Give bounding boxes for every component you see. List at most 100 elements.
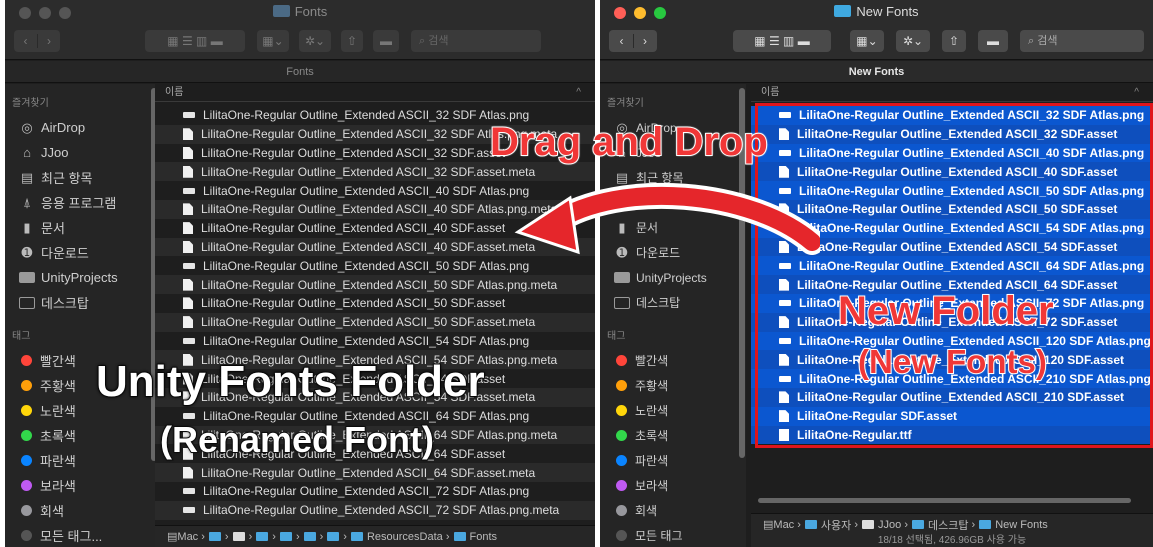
document-file-icon [183, 316, 193, 329]
file-row[interactable]: LilitaOne-Regular Outline_Extended ASCII… [155, 294, 595, 313]
yellow-dot-icon [21, 405, 32, 416]
breadcrumb-desktop[interactable]: 데스크탑 [928, 517, 968, 533]
file-row[interactable]: LilitaOne-Regular Outline_Extended ASCII… [155, 312, 595, 332]
file-name: LilitaOne-Regular Outline_Extended ASCII… [201, 315, 536, 330]
tag-all[interactable]: 모든 태그... [5, 523, 155, 547]
image-file-icon [183, 488, 195, 495]
airdrop-icon: ◎ [21, 119, 33, 135]
horizontal-scrollbar[interactable] [758, 498, 1131, 503]
sidebar-item-downloads[interactable]: ➊ 다운로드 [5, 240, 155, 265]
breadcrumb-new-fonts[interactable]: New Fonts [995, 519, 1048, 531]
chevron-icon: › [343, 530, 347, 543]
share-icon[interactable]: ⇧ [341, 30, 363, 52]
back-icon[interactable]: ‹ [14, 34, 37, 48]
desktop-icon [614, 296, 630, 309]
tag-purple[interactable]: 보라색 [600, 473, 746, 498]
column-header-name[interactable]: 이름 ^ [751, 84, 1153, 102]
search-field[interactable]: ⌕ 검색 [1020, 30, 1144, 52]
gray-dot-icon [21, 505, 32, 516]
file-row[interactable]: LilitaOne-Regular Outline_Extended ASCII… [155, 482, 595, 501]
orange-dot-icon [616, 380, 627, 391]
sidebar-item-desktop[interactable]: 데스크탑 [5, 290, 155, 315]
document-file-icon [183, 146, 193, 159]
annotation-unity-fonts-folder: Unity Fonts Folder [95, 357, 486, 406]
file-name: LilitaOne-Regular Outline_Extended ASCII… [201, 296, 506, 311]
file-row[interactable]: LilitaOne-Regular Outline_Extended ASCII… [155, 162, 595, 182]
path-header: Fonts [5, 61, 595, 83]
back-icon[interactable]: ‹ [610, 34, 633, 48]
breadcrumb-mac[interactable]: Mac [773, 519, 794, 531]
view-mode-segmented[interactable]: ▦ ☰ ▥ ▬ [733, 30, 831, 52]
breadcrumb-resourcesdata[interactable]: ResourcesData [367, 531, 443, 543]
breadcrumb-fonts[interactable]: Fonts [470, 531, 498, 543]
sidebar-item-applications[interactable]: ⍋ 응용 프로그램 [5, 190, 155, 215]
tags-header: 태그 [607, 331, 626, 342]
sort-caret-icon: ^ [1134, 87, 1139, 98]
search-field[interactable]: ⌕ 검색 [411, 30, 541, 52]
folder-icon [208, 532, 221, 541]
tag-button[interactable]: ▬ [978, 30, 1008, 52]
annotation-drag-drop: Drag and Drop [489, 120, 769, 164]
folder-icon [912, 520, 925, 529]
search-icon: ⌕ [1028, 35, 1038, 47]
favorites-header: 즐겨찾기 [12, 98, 49, 109]
file-name: LilitaOne-Regular Outline_Extended ASCII… [201, 465, 536, 480]
breadcrumb-mac[interactable]: Mac [177, 531, 198, 543]
folder-icon [303, 532, 316, 541]
document-file-icon [183, 165, 193, 178]
document-icon: ▮ [23, 219, 31, 235]
tag-blue[interactable]: 파란색 [600, 448, 746, 473]
folder-icon [279, 532, 292, 541]
tag-purple[interactable]: 보라색 [5, 473, 155, 498]
file-name: LilitaOne-Regular Outline_Extended ASCII… [201, 145, 506, 160]
group-button[interactable]: ▦⌄ [257, 30, 289, 52]
titlebar[interactable]: New Fonts ‹ › ▦ ☰ ▥ ▬ ▦⌄ ✲⌄ ⇧ ▬ ⌕ 검색 [600, 0, 1153, 60]
tag-orange[interactable]: 주황색 [600, 373, 746, 398]
path-bar: ▤ Mac › 사용자 › JJoo › 데스크탑 › New Fonts [751, 513, 1153, 535]
document-file-icon [183, 297, 193, 310]
tag-button[interactable]: ▬ [373, 30, 399, 52]
sidebar-item-desktop[interactable]: 데스크탑 [600, 290, 746, 315]
forward-icon[interactable]: › [633, 34, 656, 48]
sidebar-item-unityprojects[interactable]: UnityProjects [5, 265, 155, 290]
file-name: LilitaOne-Regular Outline_Extended ASCII… [201, 239, 536, 254]
breadcrumb-users[interactable]: 사용자 [821, 517, 851, 533]
back-forward-buttons[interactable]: ‹ › [14, 30, 60, 52]
folder-icon [453, 532, 466, 541]
sidebar-item-airdrop[interactable]: ◎ AirDrop [5, 115, 155, 140]
column-header-name[interactable]: 이름 ^ [155, 84, 595, 102]
tag-green[interactable]: 초록색 [600, 423, 746, 448]
share-icon[interactable]: ⇧ [942, 30, 966, 52]
tag-gray[interactable]: 회색 [5, 498, 155, 523]
tag-gray[interactable]: 회색 [600, 498, 746, 523]
file-row[interactable]: LilitaOne-Regular Outline_Extended ASCII… [155, 332, 595, 351]
tag-yellow[interactable]: 노란색 [600, 398, 746, 423]
action-gear-icon[interactable]: ✲⌄ [896, 30, 930, 52]
action-gear-icon[interactable]: ✲⌄ [299, 30, 331, 52]
breadcrumb-home[interactable]: JJoo [878, 519, 901, 531]
chevron-icon: › [442, 530, 450, 543]
folder-icon [979, 520, 992, 529]
tag-all[interactable]: 모든 태그 [600, 523, 746, 547]
clock-icon: ▤ [20, 169, 34, 185]
forward-icon[interactable]: › [37, 34, 60, 48]
back-forward-buttons[interactable]: ‹ › [609, 30, 657, 52]
file-name: LilitaOne-Regular Outline_Extended ASCII… [203, 183, 530, 198]
green-dot-icon [21, 430, 32, 441]
yellow-dot-icon [616, 405, 627, 416]
path-header: New Fonts [600, 61, 1153, 83]
titlebar[interactable]: Fonts ‹ › ▦ ☰ ▥ ▬ ▦⌄ ✲⌄ ⇧ ▬ ⌕ 검색 [5, 0, 595, 60]
sidebar-item-recents[interactable]: ▤ 최근 항목 [5, 165, 155, 190]
chevron-icon: › [272, 530, 276, 543]
sort-caret-icon: ^ [576, 87, 581, 98]
view-mode-segmented[interactable]: ▦ ☰ ▥ ▬ [145, 30, 245, 52]
group-button[interactable]: ▦⌄ [850, 30, 884, 52]
sidebar-item-documents[interactable]: ▮ 문서 [5, 215, 155, 240]
file-row[interactable]: LilitaOne-Regular Outline_Extended ASCII… [155, 500, 595, 520]
tag-blue[interactable]: 파란색 [5, 448, 155, 473]
tag-green[interactable]: 초록색 [5, 423, 155, 448]
file-row[interactable]: LilitaOne-Regular Outline_Extended ASCII… [155, 463, 595, 482]
tag-red[interactable]: 빨간색 [600, 348, 746, 373]
disk-icon: ▤ [763, 519, 774, 531]
sidebar-item-home[interactable]: ⌂ JJoo [5, 140, 155, 165]
